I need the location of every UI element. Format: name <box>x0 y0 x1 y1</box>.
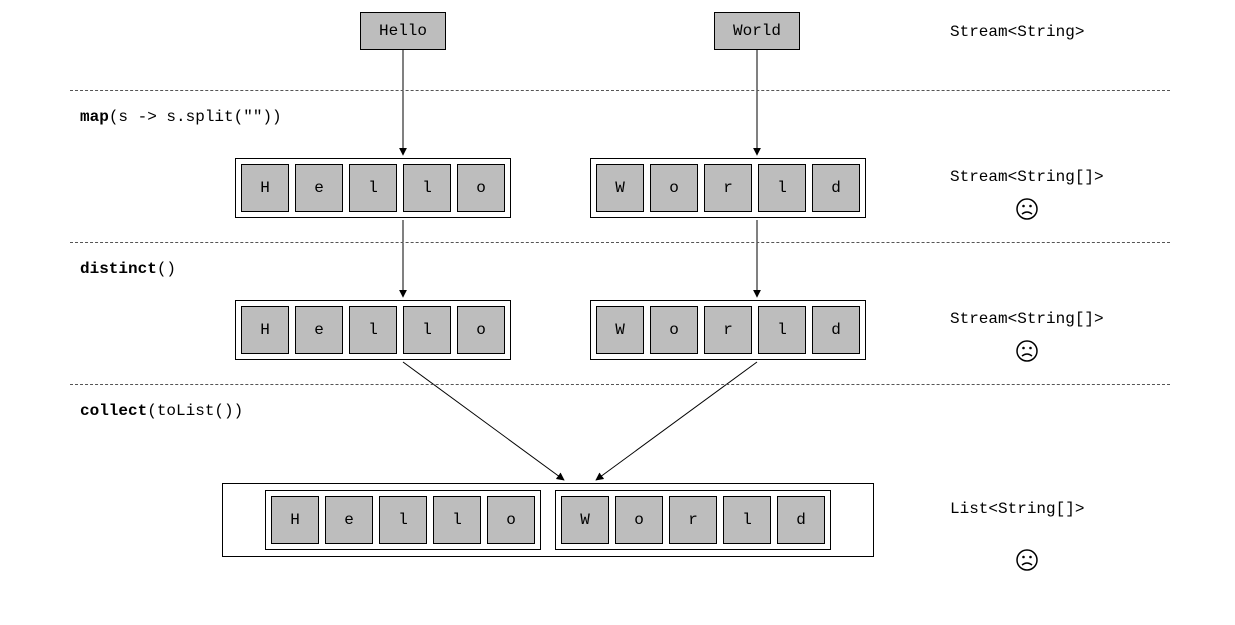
char-cell: o <box>487 496 535 544</box>
char-cell: l <box>403 306 451 354</box>
char-cell: d <box>812 306 860 354</box>
divider-3 <box>70 384 1170 385</box>
divider-2 <box>70 242 1170 243</box>
input-box-right-text: World <box>733 22 781 40</box>
input-box-left: Hello <box>360 12 446 50</box>
char-cell: l <box>349 164 397 212</box>
frown-icon <box>1015 548 1039 572</box>
char-cell: l <box>723 496 771 544</box>
char-cell: o <box>650 164 698 212</box>
op-bold-3: collect <box>80 402 147 420</box>
char-cell: o <box>457 164 505 212</box>
char-cell: l <box>758 164 806 212</box>
array-box-1-right: World <box>590 158 866 218</box>
diagram-stage: Hello World Stream<String> map(s -> s.sp… <box>0 0 1235 625</box>
array-box-2-right: World <box>590 300 866 360</box>
type-label-header: Stream<String> <box>950 23 1084 41</box>
char-cell: r <box>704 164 752 212</box>
char-cell: r <box>669 496 717 544</box>
char-cell: W <box>596 164 644 212</box>
array-box-3-left: Hello <box>265 490 541 550</box>
op-rest-3: (toList()) <box>147 402 243 420</box>
op-label-1: map(s -> s.split("")) <box>80 108 282 126</box>
char-cell: l <box>379 496 427 544</box>
op-label-3: collect(toList()) <box>80 402 243 420</box>
char-cell: o <box>615 496 663 544</box>
array-box-3-right: World <box>555 490 831 550</box>
char-cell: r <box>704 306 752 354</box>
char-cell: e <box>295 306 343 354</box>
char-cell: l <box>349 306 397 354</box>
frown-icon <box>1015 339 1039 363</box>
type-label-2: Stream<String[]> <box>950 310 1104 328</box>
op-rest-1: (s -> s.split("")) <box>109 108 282 126</box>
op-rest-2: () <box>157 260 176 278</box>
char-cell: e <box>295 164 343 212</box>
char-cell: W <box>596 306 644 354</box>
type-label-1: Stream<String[]> <box>950 168 1104 186</box>
op-label-2: distinct() <box>80 260 176 278</box>
char-cell: l <box>758 306 806 354</box>
frown-icon <box>1015 197 1039 221</box>
char-cell: e <box>325 496 373 544</box>
input-box-right: World <box>714 12 800 50</box>
char-cell: l <box>403 164 451 212</box>
char-cell: l <box>433 496 481 544</box>
input-box-left-text: Hello <box>379 22 427 40</box>
type-label-3: List<String[]> <box>950 500 1084 518</box>
char-cell: W <box>561 496 609 544</box>
array-box-1-left: Hello <box>235 158 511 218</box>
char-cell: H <box>241 306 289 354</box>
char-cell: o <box>457 306 505 354</box>
char-cell: H <box>271 496 319 544</box>
list-box-3: Hello World <box>222 483 874 557</box>
char-cell: d <box>777 496 825 544</box>
op-bold-1: map <box>80 108 109 126</box>
op-bold-2: distinct <box>80 260 157 278</box>
divider-1 <box>70 90 1170 91</box>
char-cell: d <box>812 164 860 212</box>
char-cell: o <box>650 306 698 354</box>
char-cell: H <box>241 164 289 212</box>
array-box-2-left: Hello <box>235 300 511 360</box>
